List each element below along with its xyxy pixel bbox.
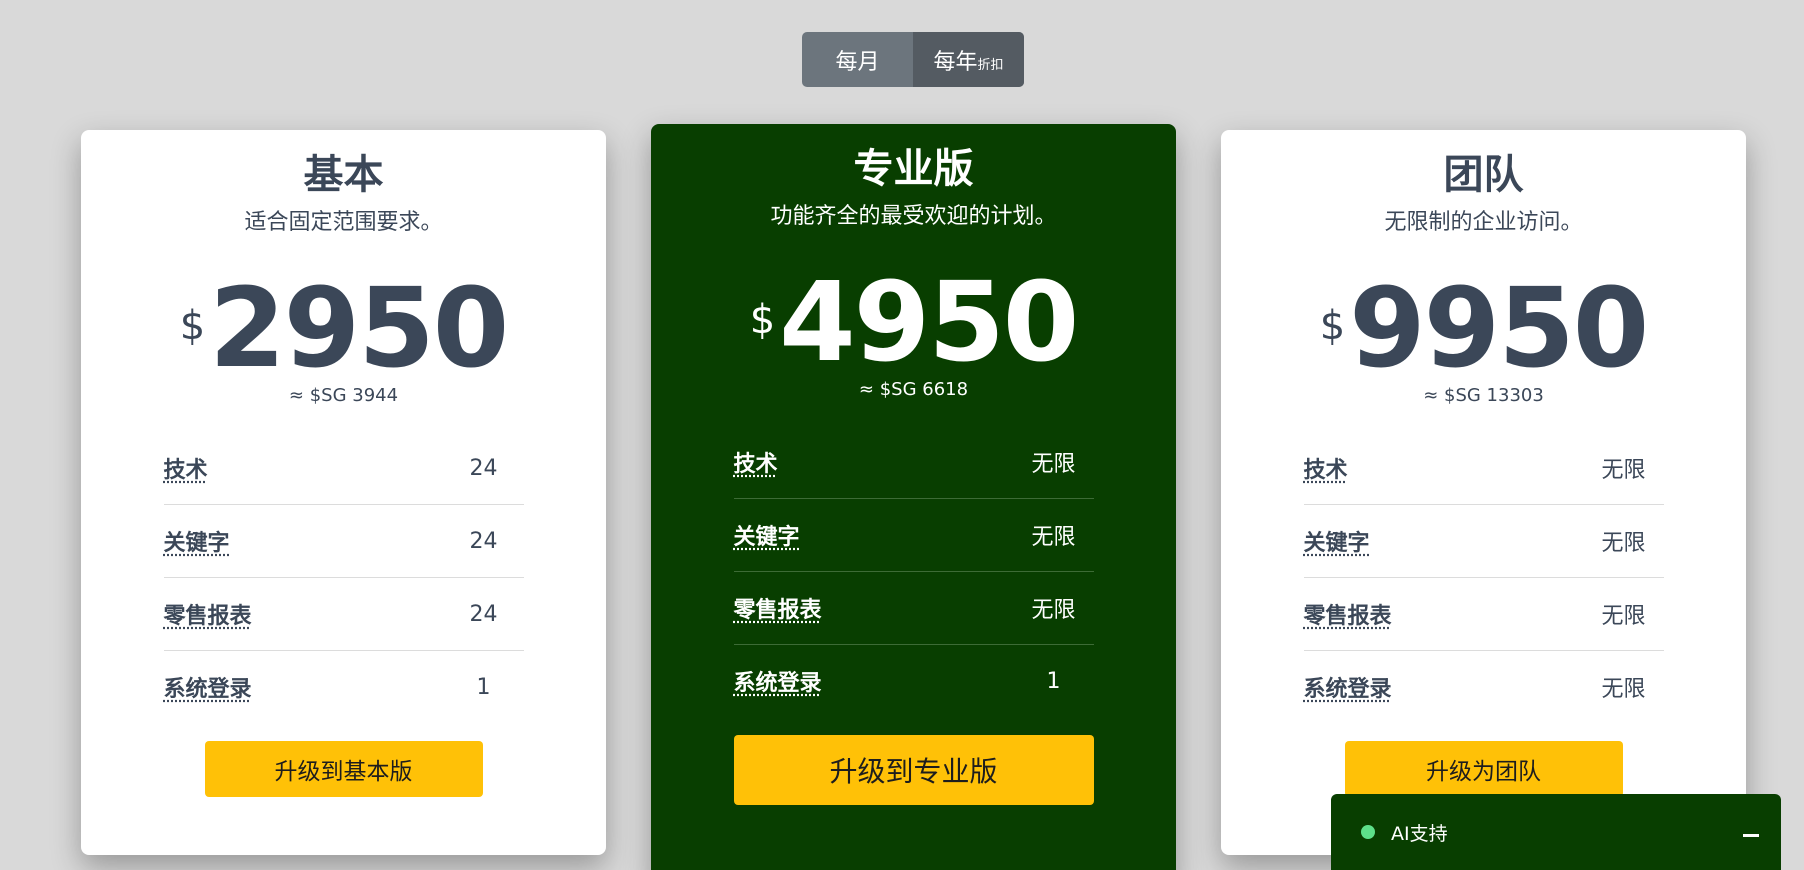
ai-support-label: AI支持 [1391,822,1448,845]
currency-symbol: $ [179,303,206,349]
feature-label[interactable]: 系统登录 [1304,671,1392,703]
yearly-option[interactable]: 每年 折扣 [913,32,1024,87]
plan-card-pro: 专业版 功能齐全的最受欢迎的计划。 $ 4950 ≈ $SG 6618 技术 无… [651,124,1176,870]
feature-label[interactable]: 关键字 [1304,525,1370,557]
feature-value: 1 [476,674,491,700]
feature-row: 系统登录 1 [164,651,524,723]
feature-row: 关键字 24 [163,505,524,578]
plan-title: 基本 [303,152,384,198]
feature-row: 技术 无限 [733,426,1094,499]
feature-row: 系统登录 无限 [1304,651,1664,723]
feature-label[interactable]: 系统登录 [734,665,822,697]
feature-label[interactable]: 零售报表 [1304,598,1392,630]
feature-row: 技术 无限 [1303,432,1664,505]
feature-value: 无限 [1601,531,1646,556]
feature-row: 零售报表 无限 [1303,578,1664,651]
price-amount: 9950 [1349,264,1649,392]
monthly-option[interactable]: 每月 [802,32,913,87]
upgrade-basic-button[interactable]: 升级到基本版 [204,741,483,797]
currency-symbol: $ [749,297,776,343]
minimize-icon[interactable] [1743,834,1759,837]
plan-card-basic: 基本 适合固定范围要求。 $ 2950 ≈ $SG 3944 技术 24 关键字… [81,130,606,855]
feature-label[interactable]: 零售报表 [734,592,822,624]
feature-value: 24 [469,528,498,554]
feature-value: 无限 [1601,458,1646,483]
plan-card-team: 团队 无限制的企业访问。 $ 9950 ≈ $SG 13303 技术 无限 关键… [1221,130,1746,855]
price-amount: 4950 [779,258,1079,386]
upgrade-pro-button[interactable]: 升级到专业版 [733,735,1094,805]
feature-list: 技术 无限 关键字 无限 零售报表 无限 系统登录 1 [733,426,1094,717]
feature-label[interactable]: 零售报表 [164,598,252,630]
ai-support-widget[interactable]: AI支持 [1331,794,1781,870]
feature-label[interactable]: 关键字 [164,525,230,557]
feature-row: 关键字 无限 [1303,505,1664,578]
currency-symbol: $ [1319,303,1346,349]
plan-description: 无限制的企业访问。 [1384,210,1583,235]
feature-value: 无限 [1031,525,1076,550]
feature-list: 技术 24 关键字 24 零售报表 24 系统登录 1 [163,432,524,723]
feature-value: 无限 [1031,452,1076,477]
feature-row: 系统登录 1 [734,645,1094,717]
feature-label[interactable]: 技术 [734,446,778,478]
feature-value: 24 [469,601,498,627]
feature-label[interactable]: 技术 [1304,452,1348,484]
plan-price: $ 9950 [1221,264,1746,392]
online-status-icon [1361,825,1375,839]
plan-price: $ 4950 [651,258,1176,386]
feature-label[interactable]: 技术 [164,452,208,484]
feature-label[interactable]: 系统登录 [164,671,252,703]
feature-row: 零售报表 无限 [733,572,1094,645]
monthly-label: 每月 [835,49,880,75]
plan-description: 适合固定范围要求。 [244,210,443,235]
plan-title: 团队 [1443,152,1524,198]
converted-price: ≈ $SG 13303 [1423,385,1544,406]
feature-value: 24 [469,455,498,481]
feature-label[interactable]: 关键字 [734,519,800,551]
plan-title: 专业版 [853,146,974,192]
converted-price: ≈ $SG 6618 [858,379,969,400]
feature-value: 无限 [1031,598,1076,623]
feature-value: 无限 [1601,677,1646,702]
plan-description: 功能齐全的最受欢迎的计划。 [770,204,1057,229]
discount-badge: 折扣 [977,58,1004,73]
feature-row: 技术 24 [163,432,524,505]
upgrade-team-button[interactable]: 升级为团队 [1344,741,1623,797]
billing-period-toggle: 每月 每年 折扣 [802,32,1024,87]
converted-price: ≈ $SG 3944 [288,385,399,406]
plan-price: $ 2950 [81,264,606,392]
feature-value: 1 [1046,668,1061,694]
pricing-page: 每月 每年 折扣 基本 适合固定范围要求。 $ 2950 ≈ $SG 3944 技… [0,0,1804,870]
feature-value: 无限 [1601,604,1646,629]
price-amount: 2950 [209,264,509,392]
yearly-label: 每年 [933,49,978,75]
feature-row: 零售报表 24 [163,578,524,651]
feature-list: 技术 无限 关键字 无限 零售报表 无限 系统登录 无限 [1303,432,1664,723]
feature-row: 关键字 无限 [733,499,1094,572]
